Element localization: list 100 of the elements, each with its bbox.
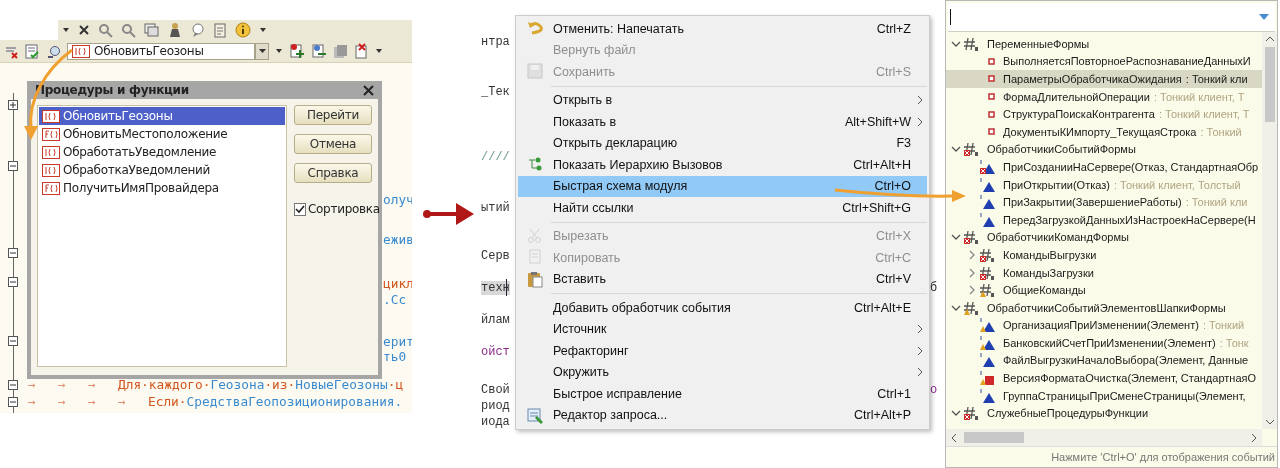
checkbox-label: Сортировка [308, 202, 380, 216]
tree-item[interactable]: ПриОткрытии(Отказ) : Тонкий клиент, Толстый [946, 175, 1262, 194]
tree-item[interactable]: ВыполняетсяПовторноеРаспознаваниеДанныхИ [946, 52, 1262, 71]
menu-item[interactable]: Быстрая схема модуля Ctrl+O [518, 175, 927, 197]
caret-icon [259, 27, 267, 33]
tree-item[interactable]: ДокументыКИмпорту_ТекущаяСтрока : Тонкий [946, 122, 1262, 141]
procedure-icon [42, 163, 60, 177]
procedure-combo[interactable]: ОбновитьГеозоны [67, 42, 255, 60]
status-text: Нажмите 'Ctrl+O' для отображения событий [1051, 451, 1275, 463]
tree-item[interactable]: ПеременныеФормы [946, 35, 1262, 53]
chevron-down-icon [1264, 418, 1275, 426]
tree-item[interactable]: ОбщиеКоманды [946, 281, 1262, 299]
procedure-icon [42, 109, 60, 123]
menu-item[interactable]: Окружить [518, 361, 927, 383]
vertical-scrollbar[interactable] [1262, 32, 1277, 429]
tab-marker: → [28, 394, 37, 409]
tree-item[interactable]: ПараметрыОбработчикаОжидания : Тонкий кли [946, 70, 1262, 88]
shortcut-text: Ctrl+V [875, 272, 911, 287]
menu-item[interactable]: Открыть в [518, 89, 927, 111]
tree-item[interactable]: ОбработчикиКомандФормы [946, 228, 1262, 247]
search-icon [121, 22, 136, 38]
code-text: Свой [481, 383, 510, 397]
list-item[interactable]: ОбновитьГеозоны [39, 107, 285, 125]
checkbox[interactable] [294, 202, 306, 216]
text-cursor [950, 9, 951, 25]
shortcut-text: Ctrl+Alt+P [854, 408, 911, 423]
code-text: _Тек [481, 85, 510, 99]
tree-item[interactable]: КомандыВыгрузки [946, 246, 1262, 264]
dropdown-arrow-icon [1259, 14, 1269, 20]
code-text: ерит [383, 334, 412, 349]
scroll-thumb[interactable] [964, 432, 1024, 443]
magnifier-icon [46, 43, 61, 59]
menu-item[interactable]: Вставить Ctrl+V [518, 268, 927, 290]
shortcut-text: Ctrl+Shift+G [842, 200, 911, 215]
chevron-up-icon [1264, 35, 1275, 43]
tab-marker: → [58, 377, 67, 392]
pages-icon [333, 43, 348, 59]
dialog-button[interactable]: Перейти [294, 105, 372, 125]
shortcut-text: Ctrl+1 [877, 386, 911, 401]
code-text: о [930, 383, 938, 397]
list-item[interactable]: ОбработкаУведомлений [39, 161, 285, 179]
dropdown-button[interactable] [255, 42, 269, 60]
checklist-icon [25, 43, 40, 59]
tree-item[interactable]: ВерсияФорматаОчистка(Элемент, СтандартнаяО [946, 369, 1262, 387]
code-text: СредстваГеопозиционирования. [186, 394, 403, 409]
caret-icon [375, 48, 383, 54]
chevron-right-icon [917, 324, 923, 335]
code-text: олуч [383, 192, 412, 207]
menu-item[interactable]: Источник [518, 318, 927, 340]
figure-icon [167, 22, 183, 38]
scroll-thumb[interactable] [1264, 47, 1275, 122]
speech-bubble-icon [191, 22, 205, 38]
tree-item[interactable]: СтруктураПоискаКонтрагента : Тонкий клиент, Т [946, 105, 1262, 123]
search-field[interactable] [948, 3, 1275, 32]
scissors-icon [526, 227, 543, 245]
menu-item[interactable]: Быстрое исправление Ctrl+1 [518, 383, 927, 405]
caret-icon [258, 49, 266, 53]
list-item[interactable]: ПолучитьИмяПровайдера [39, 179, 285, 197]
tab-marker: → [28, 377, 37, 392]
save-icon [526, 63, 543, 81]
code-text: ·из· [264, 377, 296, 392]
menu-item[interactable]: Показать в Alt+Shift+W [518, 111, 927, 133]
caret-icon [62, 27, 70, 33]
menu-item[interactable]: Рефакторинг [518, 340, 927, 362]
horizontal-scrollbar[interactable] [946, 429, 1262, 446]
menu-item[interactable]: Открыть декларацию F3 [518, 132, 927, 154]
menu-item[interactable]: Добавить обработчик события Ctrl+Alt+E [518, 297, 927, 319]
chevron-right-icon [917, 116, 923, 127]
shortcut-text: Ctrl+O [874, 179, 911, 194]
code-text: ежив [383, 232, 412, 247]
shortcut-text: Ctrl+X [875, 229, 911, 244]
tree-item[interactable]: ФормаДлительнойОперации : Тонкий клиент, Т [946, 87, 1262, 106]
menu-item[interactable]: Показать Иерархию Вызовов Ctrl+Alt+H [518, 154, 927, 176]
code-text: иода [481, 415, 510, 429]
tree-item[interactable]: ОрганизацияПриИзменении(Элемент) : Тонкий [946, 316, 1262, 335]
tree-item[interactable]: ПриСозданииНаСервере(Отказ, СтандартнаяОбр [946, 158, 1262, 176]
tree-item[interactable]: ПередЗагрузкойДанныхИзНастроекНаСервере(Н [946, 210, 1262, 229]
tab-marker: → [88, 377, 97, 392]
tree-item[interactable]: ГруппаСтраницыПриСменеСтраницы(Элемент, [946, 386, 1262, 405]
chevron-right-icon [1250, 432, 1258, 443]
code-text: .Сс [383, 292, 407, 307]
menu-item[interactable]: Редактор запроса... Ctrl+Alt+P [518, 404, 927, 426]
menu-item[interactable]: Отменить: Напечатать Ctrl+Z [518, 18, 927, 40]
tree-item[interactable]: КомандыЗагрузки [946, 263, 1262, 282]
tree-item[interactable]: БанковскийСчетПриИзменении(Элемент) : Тонк [946, 334, 1262, 352]
list-item[interactable]: ОбновитьМестоположение [39, 125, 285, 143]
close-button[interactable] [363, 84, 374, 96]
tab-marker: → [88, 394, 97, 409]
tree-item[interactable]: ФайлВыгрузкиНачалоВыбора(Элемент, Данные [946, 351, 1262, 370]
tree-item[interactable]: ОбработчикиСобытийФормы [946, 140, 1262, 159]
list-item[interactable]: ОбработатьУведомление [39, 143, 285, 161]
dialog-button[interactable]: Справка [294, 163, 372, 183]
dialog-button[interactable]: Отмена [294, 134, 372, 154]
menu-item[interactable]: Найти ссылки Ctrl+Shift+G [518, 197, 927, 219]
shortcut-text: Ctrl+S [875, 64, 911, 79]
tree-item[interactable]: ПриЗакрытии(ЗавершениеРаботы) : Тонкий кли [946, 193, 1262, 211]
tree-item[interactable]: ОбработчикиСобытийЭлементовШапкиФормы [946, 298, 1262, 317]
code-text: ойст [481, 345, 510, 359]
tree-item[interactable]: СлужебныеПроцедурыФункции [946, 404, 1262, 423]
shortcut-text: Ctrl+Alt+E [854, 300, 911, 315]
